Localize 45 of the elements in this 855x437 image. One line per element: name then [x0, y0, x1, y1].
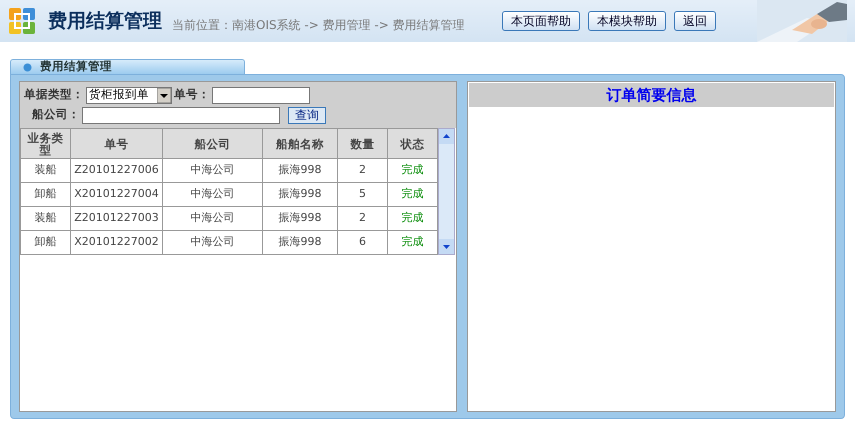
table-cell: Z20101227003	[70, 206, 162, 230]
table-cell: X20101227002	[70, 230, 162, 254]
help-button[interactable]: 返回	[674, 11, 716, 31]
table-cell: 卸船	[20, 230, 70, 254]
scroll-down-icon[interactable]	[439, 239, 454, 254]
table-cell: X20101227004	[70, 182, 162, 206]
table-cell: 装船	[20, 158, 70, 182]
scrollbar[interactable]	[438, 128, 455, 255]
table-cell: 振海998	[262, 158, 338, 182]
company-field[interactable]	[82, 106, 280, 124]
table-cell: 6	[338, 230, 388, 254]
table-cell: 卸船	[20, 182, 70, 206]
logo-icon	[8, 6, 38, 36]
help-button[interactable]: 本模块帮助	[588, 11, 666, 31]
column-header: 数量	[338, 128, 388, 158]
table-cell: 振海998	[262, 206, 338, 230]
table-cell: Z20101227006	[70, 158, 162, 182]
column-header: 业务类型	[20, 128, 70, 158]
table-cell: 2	[338, 206, 388, 230]
number-field[interactable]	[212, 86, 310, 104]
page-title: 费用结算管理	[48, 8, 162, 34]
table-cell: 5	[338, 182, 388, 206]
table-cell: 中海公司	[162, 182, 262, 206]
table-cell: 中海公司	[162, 230, 262, 254]
column-header: 单号	[70, 128, 162, 158]
column-header: 状态	[388, 128, 438, 158]
bullet-icon	[23, 62, 32, 72]
table-cell: 振海998	[262, 182, 338, 206]
dropdown-arrow-icon	[157, 88, 171, 102]
scroll-up-icon[interactable]	[439, 129, 454, 144]
field-label: 船公司：	[32, 106, 80, 124]
field-label: 单据类型：	[24, 86, 84, 104]
field-label: 单号：	[174, 86, 210, 104]
column-header: 船舶名称	[262, 128, 338, 158]
table-cell: 中海公司	[162, 158, 262, 182]
table-cell: 中海公司	[162, 206, 262, 230]
detail-title: 订单简要信息	[469, 83, 834, 107]
search-button[interactable]: 查询	[288, 106, 326, 124]
help-button[interactable]: 本页面帮助	[502, 11, 580, 31]
table-cell: 装船	[20, 206, 70, 230]
doc-type-select[interactable]: 货柜报到单	[86, 86, 172, 104]
breadcrumb: 当前位置：南港OIS系统 -> 费用管理 -> 费用结算管理	[172, 17, 466, 34]
table-cell: 2	[338, 158, 388, 182]
table-cell: 振海998	[262, 230, 338, 254]
column-header: 船公司	[162, 128, 262, 158]
